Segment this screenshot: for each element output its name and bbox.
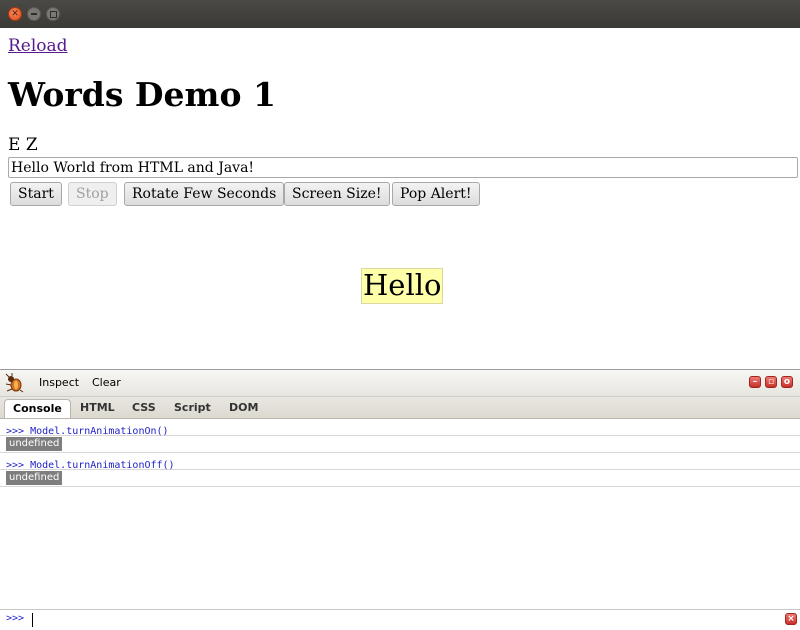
inspect-button[interactable]: Inspect — [39, 376, 79, 389]
panel-detach-icon[interactable]: ▫ — [765, 376, 777, 388]
page-title: Words Demo 1 — [8, 75, 276, 114]
panel-minimize-icon[interactable]: – — [749, 376, 761, 388]
log-command-row: >>> Model.turnAnimationOff() — [0, 453, 800, 471]
pop-alert-button[interactable]: Pop Alert! — [392, 182, 480, 206]
stop-button: Stop — [68, 182, 117, 206]
console-result: undefined — [6, 471, 63, 485]
firebug-panel: Inspect Clear – ▫ o Console HTML CSS Scr… — [0, 369, 800, 630]
firebug-tabs: Console HTML CSS Script DOM — [0, 397, 800, 419]
log-result-row: undefined — [0, 436, 800, 453]
letters-text: E Z — [8, 135, 38, 155]
firebug-icon — [5, 373, 24, 393]
tab-script[interactable]: Script — [166, 399, 219, 417]
tab-css[interactable]: CSS — [124, 399, 164, 417]
command-prompt: >>> — [6, 613, 25, 624]
minimize-icon[interactable] — [27, 7, 41, 21]
maximize-icon[interactable] — [46, 7, 60, 21]
start-button[interactable]: Start — [10, 182, 62, 206]
clear-button[interactable]: Clear — [92, 376, 121, 389]
page-content: Reload Words Demo 1 E Z Start Stop Rotat… — [0, 28, 800, 369]
console-log: >>> Model.turnAnimationOn() undefined >>… — [0, 419, 800, 487]
tab-console[interactable]: Console — [4, 399, 71, 418]
log-result-row: undefined — [0, 470, 800, 487]
tab-html[interactable]: HTML — [72, 399, 123, 417]
tab-dom[interactable]: DOM — [221, 399, 266, 417]
panel-close-icon[interactable]: o — [781, 376, 793, 388]
console-result: undefined — [6, 437, 63, 451]
close-icon[interactable]: ✕ — [8, 7, 22, 21]
commandline-close-icon[interactable]: × — [785, 613, 797, 625]
window-titlebar: ✕ — [0, 0, 800, 28]
words-input[interactable] — [8, 157, 798, 178]
log-command-row: >>> Model.turnAnimationOn() — [0, 419, 800, 437]
text-caret — [32, 613, 33, 627]
firebug-toolbar: Inspect Clear – ▫ o — [0, 370, 800, 397]
rotate-button[interactable]: Rotate Few Seconds — [124, 182, 285, 206]
command-line[interactable]: >>> × — [0, 609, 800, 630]
screen-size-button[interactable]: Screen Size! — [284, 182, 390, 206]
reload-link[interactable]: Reload — [8, 36, 68, 56]
animated-word: Hello — [361, 268, 444, 304]
